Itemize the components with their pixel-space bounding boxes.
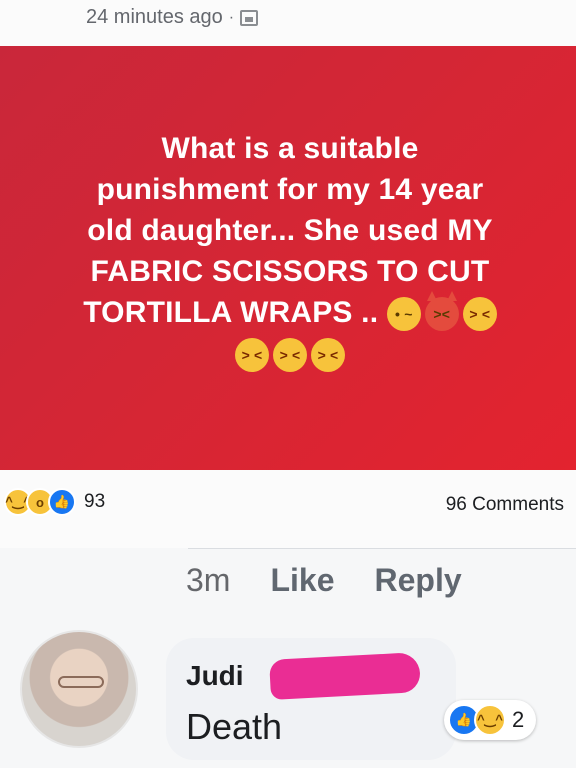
separator-dot: · — [228, 8, 235, 26]
post-emoji-line: > < > < > < — [30, 333, 550, 374]
post-text: What is a suitable punishment for my 14 … — [30, 128, 550, 374]
divider — [188, 548, 576, 549]
angry-emoji-icon: > < — [311, 338, 345, 373]
comment-time[interactable]: 3m — [186, 562, 230, 599]
angry-emoji-icon: > < — [462, 297, 497, 332]
comment-text: Death — [186, 706, 283, 747]
comment-reaction-count: 2 — [512, 707, 525, 732]
redaction-mark — [269, 652, 421, 700]
post-meta: 24 minutes ago · — [86, 6, 259, 29]
post-line-last: TORTILLA WRAPS .. • ~ >< > < — [30, 291, 550, 333]
photo-icon — [240, 9, 259, 26]
comment-author[interactable]: Judi — [186, 660, 244, 692]
emoji-row: • ~ >< > < — [386, 291, 497, 332]
haha-reaction-icon: ^‿^ — [474, 704, 506, 736]
confused-emoji-icon: • ~ — [386, 297, 421, 332]
comment-reaction-badge[interactable]: 👍 ^‿^ 2 — [444, 700, 537, 740]
post-line: punishment for my 14 year — [96, 173, 484, 206]
post-line: old daughter... She used MY — [87, 214, 493, 247]
comment-reply-button[interactable]: Reply — [374, 562, 461, 599]
comment-like-button[interactable]: Like — [270, 562, 334, 599]
comment-actions: 3m Like Reply — [186, 562, 462, 599]
reaction-summary[interactable]: ^‿^ o 👍 93 — [4, 488, 105, 516]
post-line: FABRIC SCISSORS TO CUT — [90, 255, 490, 288]
devil-emoji-icon: >< — [424, 291, 459, 332]
post-line: TORTILLA WRAPS .. — [83, 296, 379, 329]
angry-emoji-icon: > < — [273, 338, 307, 373]
emoji-row: > < > < > < — [235, 338, 345, 373]
comments-count-link[interactable]: 96 Comments — [446, 494, 564, 516]
avatar[interactable] — [20, 630, 138, 748]
avatar-glasses — [58, 676, 104, 688]
reaction-count[interactable]: 93 — [84, 491, 105, 513]
post-line: What is a suitable — [161, 132, 419, 165]
angry-emoji-icon: > < — [235, 338, 269, 373]
like-reaction-icon: 👍 — [48, 488, 76, 516]
post-timestamp[interactable]: 24 minutes ago — [86, 6, 223, 29]
